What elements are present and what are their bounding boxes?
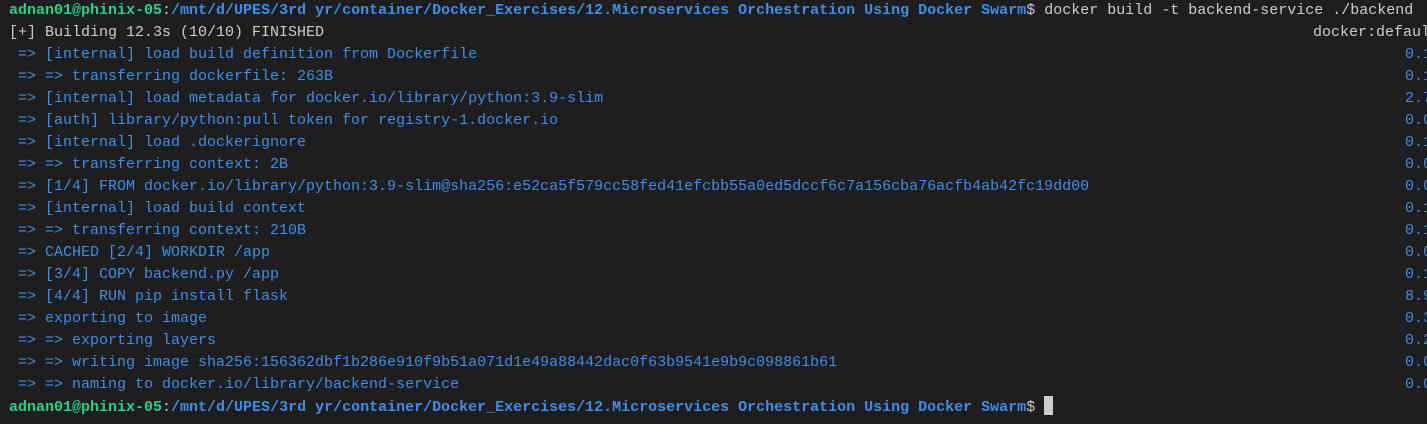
build-step-text: => [internal] load build context [9, 200, 307, 217]
build-step-time: 0.0 [1405, 244, 1427, 261]
prompt-symbol: $ [1026, 399, 1045, 416]
build-step-time: 0.1 [1405, 200, 1427, 217]
build-step-line: => CACHED [2/4] WORKDIR /app 0.0 [9, 242, 1427, 264]
build-step-time: 0.2 [1405, 332, 1427, 349]
build-step-line: => [internal] load build context 0.1 [9, 198, 1427, 220]
build-step-time: 0.0 [1405, 156, 1427, 173]
builder-name: docker:defaul [1313, 24, 1427, 41]
build-step-time: 0.1 [1405, 68, 1427, 85]
build-step-text: => => naming to docker.io/library/backen… [9, 376, 460, 393]
build-step-text: => [internal] load build definition from… [9, 46, 478, 63]
build-step-line: => exporting to image 0.3 [9, 308, 1427, 330]
build-step-text: => [internal] load .dockerignore [9, 134, 307, 151]
build-step-line: => => naming to docker.io/library/backen… [9, 374, 1427, 396]
build-step-line: => => exporting layers 0.2 [9, 330, 1427, 352]
build-step-time: 0.1 [1405, 46, 1427, 63]
build-step-time: 0.0 [1405, 178, 1427, 195]
build-step-text: => exporting to image [9, 310, 208, 327]
build-step-text: => => exporting layers [9, 332, 217, 349]
build-header-line: [+] Building 12.3s (10/10) FINISHED docke… [9, 22, 1427, 44]
prompt-symbol: $ [1026, 2, 1045, 19]
build-step-line: => [auth] library/python:pull token for … [9, 110, 1427, 132]
terminal-cursor [1044, 396, 1054, 415]
build-step-time: 0.1 [1405, 134, 1427, 151]
build-step-time: 0.1 [1405, 222, 1427, 239]
build-step-text: => [4/4] RUN pip install flask [9, 288, 289, 305]
terminal[interactable]: adnan01@phinix-05:/mnt/d/UPES/3rd yr/con… [0, 0, 1427, 424]
build-step-text: => => writing image sha256:156362dbf1b28… [9, 354, 838, 371]
build-header: [+] Building 12.3s (10/10) FINISHED [9, 24, 325, 41]
build-step-line: => => transferring context: 210B 0.1 [9, 220, 1427, 242]
prompt-path: /mnt/d/UPES/3rd yr/container/Docker_Exer… [171, 399, 1027, 416]
build-step-time: 0.0 [1405, 112, 1427, 129]
command-text: docker build -t backend-service ./backen… [1044, 2, 1414, 19]
prompt-path: /mnt/d/UPES/3rd yr/container/Docker_Exer… [171, 2, 1027, 19]
build-step-line: => [4/4] RUN pip install flask 8.9 [9, 286, 1427, 308]
build-step-text: => [internal] load metadata for docker.i… [9, 90, 604, 107]
build-step-time: 2.7 [1405, 90, 1427, 107]
prompt-line-1: adnan01@phinix-05:/mnt/d/UPES/3rd yr/con… [9, 0, 1427, 22]
build-step-line: => [internal] load build definition from… [9, 44, 1427, 66]
build-step-time: 0.3 [1405, 310, 1427, 327]
build-step-text: => => transferring context: 2B [9, 156, 289, 173]
build-step-line: => [internal] load metadata for docker.i… [9, 88, 1427, 110]
build-step-time: 0.1 [1405, 266, 1427, 283]
build-step-text: => [3/4] COPY backend.py /app [9, 266, 280, 283]
prompt-user-host: adnan01@phinix-05 [9, 2, 163, 19]
build-step-line: => [internal] load .dockerignore 0.1 [9, 132, 1427, 154]
build-step-text: => CACHED [2/4] WORKDIR /app [9, 244, 271, 261]
build-step-line: => [1/4] FROM docker.io/library/python:3… [9, 176, 1427, 198]
build-step-line: => [3/4] COPY backend.py /app 0.1 [9, 264, 1427, 286]
prompt-line-2[interactable]: adnan01@phinix-05:/mnt/d/UPES/3rd yr/con… [9, 396, 1427, 418]
build-step-time: 0.0 [1405, 354, 1427, 371]
build-step-line: => => transferring context: 2B 0.0 [9, 154, 1427, 176]
build-step-time: 8.9 [1405, 288, 1427, 305]
prompt-separator: : [162, 2, 172, 19]
build-step-text: => [auth] library/python:pull token for … [9, 112, 559, 129]
build-step-line: => => writing image sha256:156362dbf1b28… [9, 352, 1427, 374]
build-step-text: => => transferring dockerfile: 263B [9, 68, 334, 85]
build-step-time: 0.0 [1405, 376, 1427, 393]
build-step-line: => => transferring dockerfile: 263B 0.1 [9, 66, 1427, 88]
prompt-user-host: adnan01@phinix-05 [9, 399, 163, 416]
build-step-text: => [1/4] FROM docker.io/library/python:3… [9, 178, 1090, 195]
prompt-separator: : [162, 399, 172, 416]
build-step-text: => => transferring context: 210B [9, 222, 307, 239]
